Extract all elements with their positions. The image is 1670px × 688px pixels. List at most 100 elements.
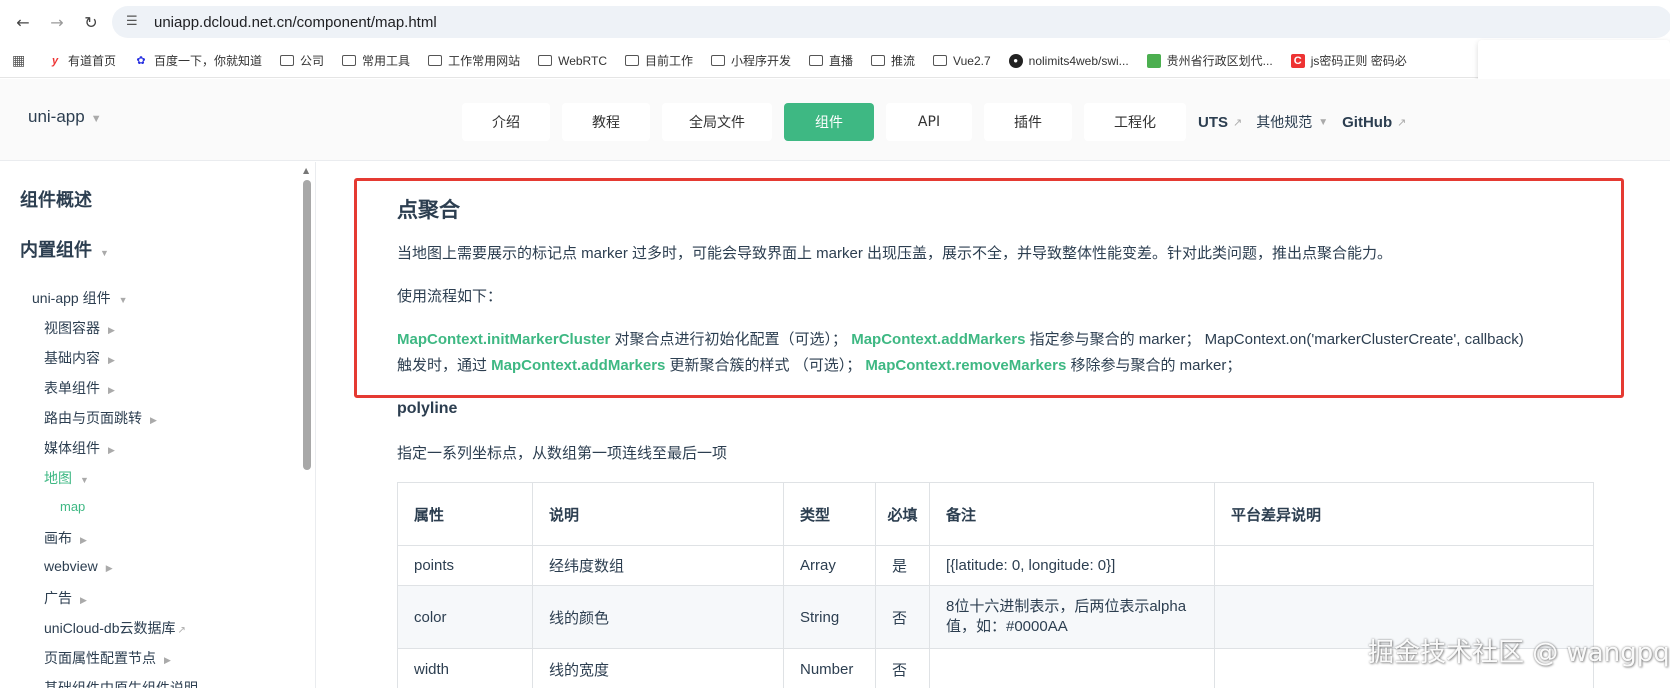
bookmark-baidu[interactable]: ✿ 百度一下，你就知道 bbox=[134, 52, 262, 69]
sidebar-item-map-group[interactable]: 地图 ▼ bbox=[44, 468, 89, 488]
folder-icon bbox=[871, 55, 886, 66]
caret-right-icon: ▶ bbox=[108, 445, 115, 455]
github-icon: ● bbox=[1008, 53, 1023, 68]
bookmark-map[interactable]: 贵州省行政区划代... bbox=[1146, 52, 1273, 69]
sidebar-item-view-container[interactable]: 视图容器 ▶ bbox=[44, 318, 115, 338]
table-cell: [{latitude: 0, longitude: 0}] bbox=[929, 545, 1215, 586]
brand-dropdown[interactable]: uni-app ▼ bbox=[28, 107, 102, 127]
bookmark-folder[interactable]: 目前工作 bbox=[624, 52, 693, 69]
sidebar-item-ads[interactable]: 广告 ▶ bbox=[44, 588, 87, 608]
address-bar[interactable]: ☰ uniapp.dcloud.net.cn/component/map.htm… bbox=[112, 6, 1670, 38]
caret-right-icon: ▶ bbox=[80, 535, 87, 545]
nav-global-files[interactable]: 全局文件 bbox=[662, 103, 772, 141]
bookmark-folder[interactable]: 常用工具 bbox=[342, 52, 410, 69]
nav-uts[interactable]: UTS ↗ bbox=[1198, 114, 1242, 131]
sidebar-item-page-config[interactable]: 页面属性配置节点 ▶ bbox=[44, 648, 171, 668]
nav-plugins[interactable]: 插件 bbox=[984, 103, 1072, 141]
bookmark-csdn[interactable]: Cjs密码正则 密码必 bbox=[1290, 52, 1407, 69]
sidebar-item-native-components[interactable]: 基础组件中原生组件说明 bbox=[44, 678, 198, 688]
table-header: 属性 bbox=[397, 482, 533, 546]
caret-right-icon: ▶ bbox=[108, 385, 115, 395]
apps-grid-icon[interactable]: ▦ bbox=[12, 53, 32, 69]
c-red-icon: C bbox=[1290, 53, 1305, 68]
table-cell: 线的宽度 bbox=[532, 648, 784, 688]
cluster-description: 当地图上需要展示的标记点 marker 过多时，可能会导致界面上 marker … bbox=[397, 245, 1393, 262]
forward-arrow-icon[interactable]: → bbox=[46, 11, 68, 33]
table-cell: width bbox=[397, 648, 533, 688]
nav-other-specs[interactable]: 其他规范 ▼ bbox=[1256, 112, 1328, 132]
bookmark-github[interactable]: ● nolimits4web/swi... bbox=[1008, 53, 1129, 68]
link-remove-markers[interactable]: MapContext.removeMarkers bbox=[865, 357, 1066, 374]
sidebar-item-media[interactable]: 媒体组件 ▶ bbox=[44, 438, 115, 458]
bookmarks-bar: ▦ y 有道首页 ✿ 百度一下，你就知道 公司 常用工具 工作常用网站 WebRTC… bbox=[0, 44, 1670, 78]
caret-down-icon: ▼ bbox=[118, 295, 128, 305]
table-cell: points bbox=[397, 545, 533, 586]
table-cell: Number bbox=[783, 648, 876, 688]
caret-right-icon: ▶ bbox=[164, 655, 171, 665]
browser-toolbar: ← → ↻ ☰ uniapp.dcloud.net.cn/component/m… bbox=[0, 0, 1670, 44]
table-header: 平台差异说明 bbox=[1214, 482, 1594, 546]
folder-icon bbox=[809, 55, 824, 66]
sidebar-item-basic-content[interactable]: 基础内容 ▶ bbox=[44, 348, 115, 368]
table-header: 备注 bbox=[929, 482, 1215, 546]
table-cell: 否 bbox=[875, 648, 930, 688]
table-cell: Array bbox=[783, 545, 876, 586]
table-header-row: 属性 说明 类型 必填 备注 平台差异说明 bbox=[397, 482, 1594, 546]
site-info-icon[interactable]: ☰ bbox=[126, 14, 142, 30]
caret-right-icon: ▶ bbox=[80, 595, 87, 605]
top-nav: 介绍 教程 全局文件 组件 API 插件 工程化 UTS ↗ 其他规范 ▼ GitH… bbox=[462, 103, 1420, 141]
table-header: 必填 bbox=[875, 482, 930, 546]
nav-api[interactable]: API bbox=[886, 103, 972, 141]
folder-icon bbox=[624, 55, 639, 66]
nav-github[interactable]: GitHub ↗ bbox=[1342, 114, 1406, 131]
bookmark-folder[interactable]: 工作常用网站 bbox=[428, 52, 520, 69]
bookmark-folder[interactable]: 推流 bbox=[871, 52, 915, 69]
bookmark-folder[interactable]: 公司 bbox=[280, 52, 324, 69]
map-icon bbox=[1146, 53, 1161, 68]
link-init-marker-cluster[interactable]: MapContext.initMarkerCluster bbox=[397, 331, 610, 348]
table-cell bbox=[929, 648, 1215, 688]
bookmark-folder[interactable]: WebRTC bbox=[538, 54, 607, 68]
nav-tutorial[interactable]: 教程 bbox=[562, 103, 650, 141]
table-cell: 经纬度数组 bbox=[532, 545, 784, 586]
sidebar-item-form[interactable]: 表单组件 ▶ bbox=[44, 378, 115, 398]
sidebar: 组件概述 内置组件 ▼ uni-app 组件 ▼ 视图容器 ▶ 基础内容 ▶ 表单组件 ▶… bbox=[0, 162, 316, 688]
nav-components[interactable]: 组件 bbox=[784, 103, 874, 141]
table-cell bbox=[1214, 545, 1594, 586]
flow-label: 使用流程如下： bbox=[397, 288, 503, 305]
back-arrow-icon[interactable]: ← bbox=[12, 11, 34, 33]
youdao-icon: y bbox=[51, 54, 59, 67]
sidebar-item-unicloud-db[interactable]: uniCloud-db云数据库 ↗ bbox=[44, 618, 186, 638]
caret-down-icon: ▼ bbox=[1318, 116, 1329, 128]
bookmark-folder[interactable]: 直播 bbox=[809, 52, 853, 69]
scroll-up-arrow-icon[interactable]: ▲ bbox=[303, 166, 309, 175]
bookmark-folder[interactable]: Vue2.7 bbox=[933, 54, 991, 68]
sidebar-scrollbar[interactable] bbox=[303, 180, 311, 470]
sidebar-uniapp-components[interactable]: uni-app 组件 ▼ bbox=[32, 288, 128, 308]
sidebar-item-webview[interactable]: webview ▶ bbox=[44, 558, 113, 574]
sidebar-item-routing[interactable]: 路由与页面跳转 ▶ bbox=[44, 408, 157, 428]
folder-icon bbox=[711, 55, 725, 66]
caret-right-icon: ▶ bbox=[150, 415, 157, 425]
bookmark-folder[interactable]: 小程序开发 bbox=[711, 52, 791, 69]
folder-icon bbox=[342, 55, 357, 66]
caret-down-icon: ▼ bbox=[80, 475, 89, 485]
caret-down-icon: ▼ bbox=[100, 248, 109, 258]
sidebar-item-canvas[interactable]: 画布 ▶ bbox=[44, 528, 87, 548]
sidebar-item-map[interactable]: map bbox=[60, 499, 85, 514]
watermark: 掘金技术社区 @ wangpq bbox=[1368, 638, 1670, 668]
link-add-markers[interactable]: MapContext.addMarkers bbox=[491, 357, 665, 374]
caret-right-icon: ▶ bbox=[108, 355, 115, 365]
link-add-markers[interactable]: MapContext.addMarkers bbox=[851, 331, 1025, 348]
caret-down-icon: ▼ bbox=[90, 113, 102, 125]
reload-icon[interactable]: ↻ bbox=[80, 11, 102, 33]
sidebar-builtin[interactable]: 内置组件 ▼ bbox=[20, 236, 109, 262]
polyline-description: 指定一系列坐标点，从数组第一项连线至最后一项 bbox=[397, 445, 728, 462]
folder-icon bbox=[280, 55, 295, 66]
nav-intro[interactable]: 介绍 bbox=[462, 103, 550, 141]
nav-engineering[interactable]: 工程化 bbox=[1084, 103, 1186, 141]
sidebar-overview[interactable]: 组件概述 bbox=[20, 186, 92, 212]
url-text[interactable]: uniapp.dcloud.net.cn/component/map.html bbox=[154, 14, 437, 31]
bookmark-youdao[interactable]: y 有道首页 bbox=[48, 52, 116, 69]
table-cell: 是 bbox=[875, 545, 930, 586]
